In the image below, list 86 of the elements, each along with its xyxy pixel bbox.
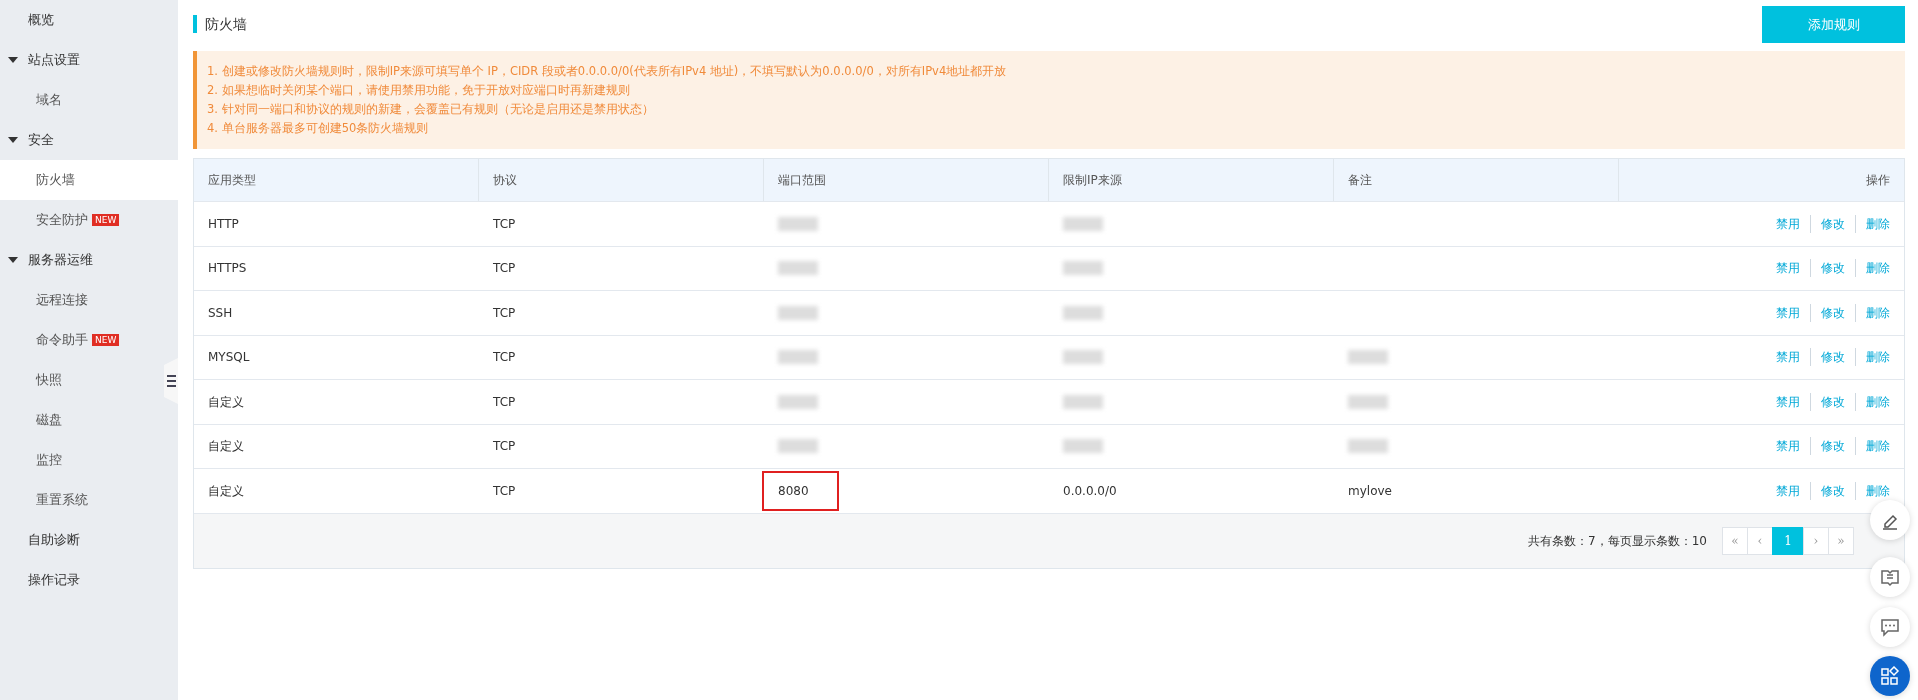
floating-button[interactable]	[1870, 500, 1910, 540]
sidebar-item[interactable]: 自助诊断	[0, 520, 178, 560]
action-link[interactable]: 禁用	[1766, 481, 1810, 500]
table-cell-text: HTTP	[208, 215, 239, 233]
sidebar-label: 命令助手	[36, 330, 88, 349]
sidebar-group[interactable]: 安全	[0, 120, 178, 160]
action-link[interactable]: 修改	[1810, 348, 1855, 367]
table-cell-text: TCP	[493, 349, 516, 367]
column-header: 协议	[479, 159, 764, 201]
action-link[interactable]: 修改	[1810, 303, 1855, 322]
action-link[interactable]: 修改	[1810, 392, 1855, 411]
book-icon	[1880, 567, 1900, 587]
pagination-summary: 共有条数：7，每页显示条数：10	[1528, 532, 1707, 550]
table-cell-text: MYSQL	[208, 349, 250, 367]
notice-text: 1. 创建或修改防火墙规则时，限制IP来源可填写单个 IP，CIDR 段或者0.0.0.0/0(代表所有IPv4 地址)，不填写默认为0.0.0.0/0，对所有IPv4地址都开放	[207, 63, 1008, 80]
action-link[interactable]: 禁用	[1766, 303, 1810, 322]
table-cell-text: HTTPS	[208, 260, 247, 278]
action-link[interactable]: 删除	[1855, 303, 1890, 322]
table-cell-text: 0.0.0.0/0	[1063, 482, 1117, 500]
pager-nav-button[interactable]: ›	[1803, 526, 1829, 555]
table-cell-text: TCP	[493, 482, 516, 500]
notice-text: 2. 如果想临时关闭某个端口，请使用禁用功能，免于开放对应端口时再新建规则	[207, 82, 631, 99]
sidebar-item[interactable]: 重置系统	[0, 480, 178, 520]
table-cell-text: TCP	[493, 393, 516, 411]
notice-text: 4. 单台服务器最多可创建50条防火墙规则	[207, 120, 430, 137]
chat-icon	[1880, 617, 1900, 637]
column-header: 操作	[1865, 172, 1891, 189]
table-cell-text: SSH	[208, 304, 233, 322]
column-header: 端口范围	[764, 159, 1049, 201]
sidebar-item[interactable]: 远程连接	[0, 280, 178, 320]
highlighted-cell: 8080	[764, 472, 837, 509]
action-link[interactable]: 修改	[1810, 214, 1855, 233]
sidebar-item[interactable]: 防火墙	[0, 160, 178, 200]
floating-button[interactable]	[1870, 557, 1910, 597]
table-cell-text: mylove	[1348, 482, 1392, 500]
apps-icon	[1880, 666, 1900, 686]
new-badge: NEW	[92, 213, 120, 227]
menu-icon	[166, 375, 176, 387]
pager-nav-button[interactable]: «	[1722, 526, 1748, 555]
sidebar-group[interactable]: 服务器运维	[0, 240, 178, 280]
sidebar-label: 服务器运维	[28, 250, 93, 269]
collapse-handle[interactable]	[164, 358, 178, 404]
table-cell-text: 自定义	[208, 482, 244, 500]
sidebar-item[interactable]: 监控	[0, 440, 178, 480]
sidebar-label: 安全防护	[36, 210, 88, 229]
floating-button[interactable]	[1870, 656, 1910, 696]
column-header: 限制IP来源	[1049, 159, 1334, 201]
column-header: 备注	[1334, 159, 1619, 201]
sidebar-item[interactable]: 命令助手 NEW	[0, 320, 178, 360]
action-link[interactable]: 删除	[1855, 481, 1890, 500]
sidebar-label: 站点设置	[28, 50, 80, 69]
page-button[interactable]: 1	[1772, 526, 1804, 555]
action-link[interactable]: 禁用	[1766, 348, 1810, 367]
pager-nav-button[interactable]: ‹	[1747, 526, 1773, 555]
action-link[interactable]: 删除	[1855, 259, 1890, 278]
action-link[interactable]: 删除	[1855, 392, 1890, 411]
table-cell-text: TCP	[493, 215, 516, 233]
table-cell-text: 自定义	[208, 393, 244, 411]
action-link[interactable]: 禁用	[1766, 259, 1810, 278]
action-link[interactable]: 修改	[1810, 259, 1855, 278]
action-link[interactable]: 删除	[1855, 214, 1890, 233]
column-header: 应用类型	[194, 159, 479, 201]
action-link[interactable]: 禁用	[1766, 214, 1810, 233]
page-title: 防火墙	[193, 15, 247, 33]
add-rule-button[interactable]: 添加规则	[1762, 6, 1905, 43]
new-badge: NEW	[92, 333, 120, 347]
sidebar-item[interactable]: 概览	[0, 0, 178, 40]
sidebar-item[interactable]: 操作记录	[0, 560, 178, 600]
sidebar-label: 安全	[28, 130, 54, 149]
action-link[interactable]: 禁用	[1766, 392, 1810, 411]
pager-nav-button[interactable]: »	[1828, 526, 1854, 555]
action-link[interactable]: 修改	[1810, 481, 1855, 500]
action-link[interactable]: 禁用	[1766, 437, 1810, 456]
floating-button[interactable]	[1870, 607, 1910, 647]
sidebar-item[interactable]: 磁盘	[0, 400, 178, 440]
action-link[interactable]: 删除	[1855, 348, 1890, 367]
table-cell-text: 自定义	[208, 438, 244, 456]
table-cell-text: TCP	[493, 260, 516, 278]
sidebar-item[interactable]: 安全防护 NEW	[0, 200, 178, 240]
action-link[interactable]: 删除	[1855, 437, 1890, 456]
notice-text: 3. 针对同一端口和协议的规则的新建，会覆盖已有规则（无论是启用还是禁用状态）	[207, 101, 655, 118]
sidebar-group[interactable]: 站点设置	[0, 40, 178, 80]
action-link[interactable]: 修改	[1810, 437, 1855, 456]
table-cell-text: TCP	[493, 438, 516, 456]
table-cell-text: TCP	[493, 304, 516, 322]
sidebar-item[interactable]: 域名	[0, 80, 178, 120]
